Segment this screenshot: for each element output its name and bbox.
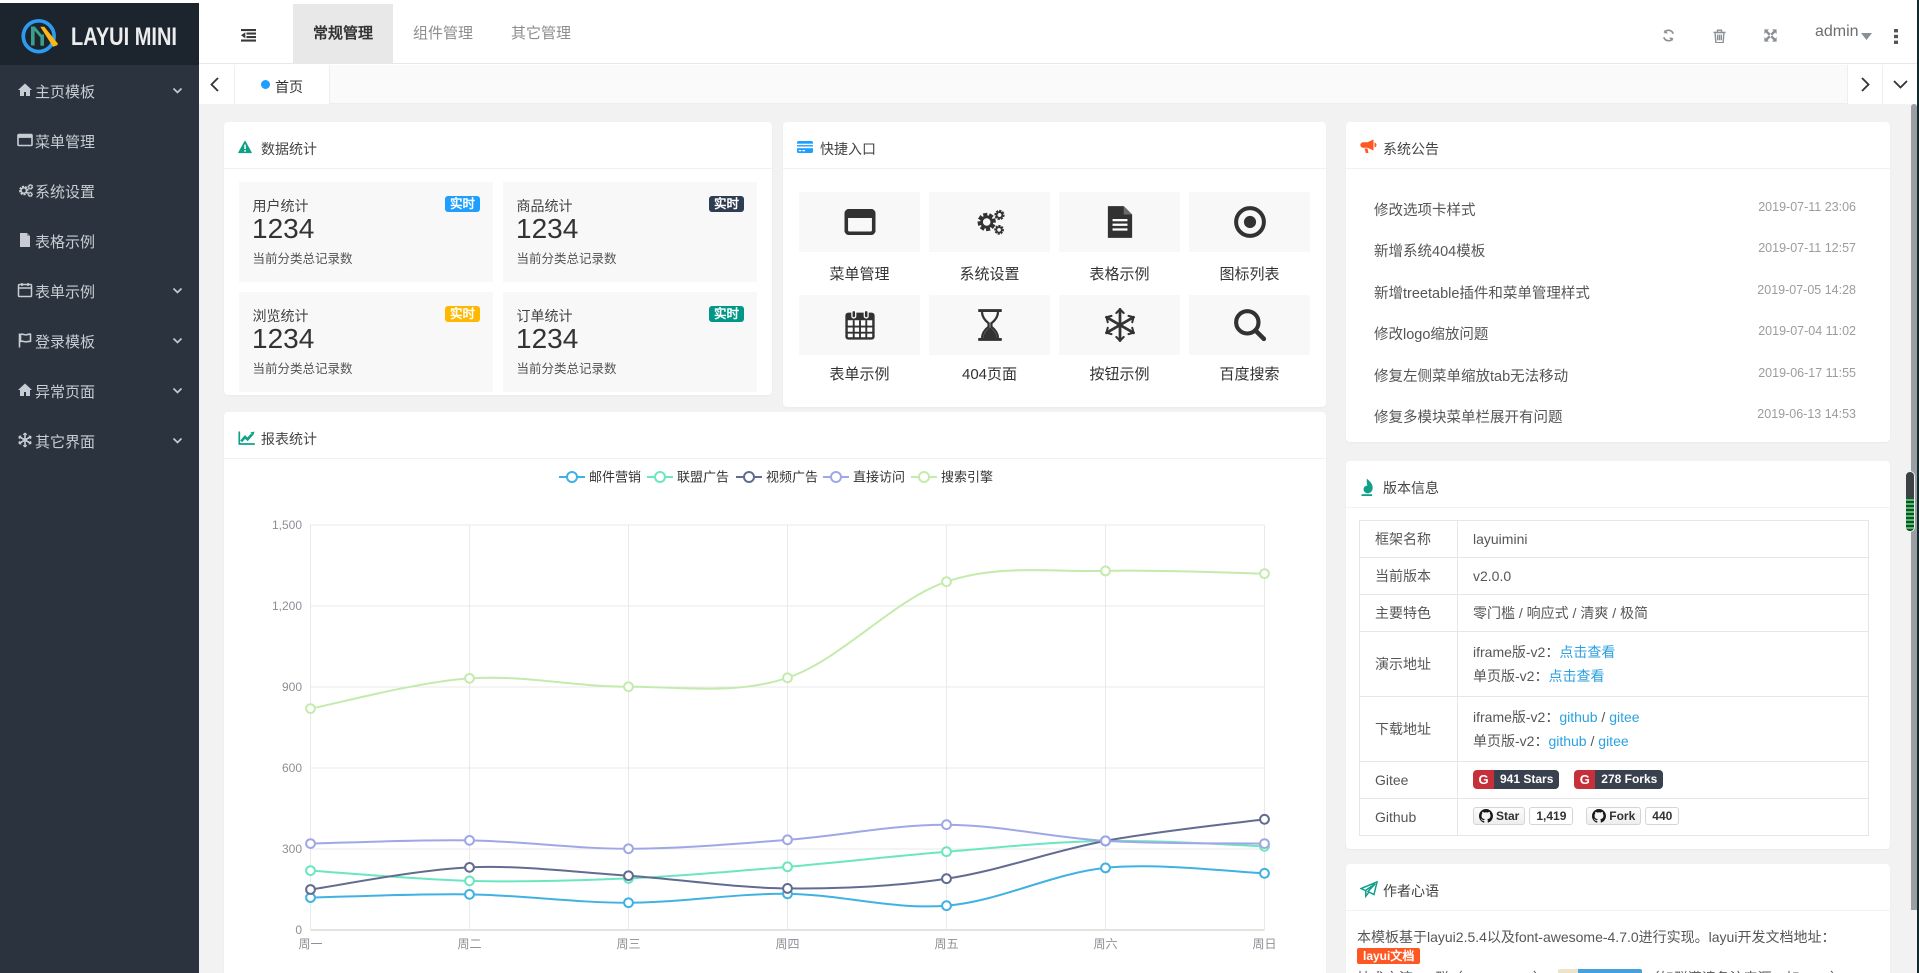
svg-text:周六: 周六 [1093,937,1117,951]
svg-text:0: 0 [295,923,302,937]
svg-text:300: 300 [282,842,302,856]
svg-text:周一: 周一 [298,937,322,951]
svg-text:周四: 周四 [775,937,799,951]
svg-text:视频广告: 视频广告 [766,470,818,485]
svg-text:900: 900 [282,680,302,694]
svg-text:周二: 周二 [457,937,481,951]
svg-text:搜索引擎: 搜索引擎 [941,470,993,485]
svg-text:联盟广告: 联盟广告 [677,470,729,485]
svg-text:周三: 周三 [616,937,640,951]
svg-text:直接访问: 直接访问 [853,470,905,485]
svg-text:周五: 周五 [934,937,958,951]
svg-text:600: 600 [282,761,302,775]
svg-text:1,500: 1,500 [272,518,302,532]
svg-text:周日: 周日 [1252,937,1276,951]
svg-text:邮件营销: 邮件营销 [589,470,641,485]
svg-text:1,200: 1,200 [272,599,302,613]
